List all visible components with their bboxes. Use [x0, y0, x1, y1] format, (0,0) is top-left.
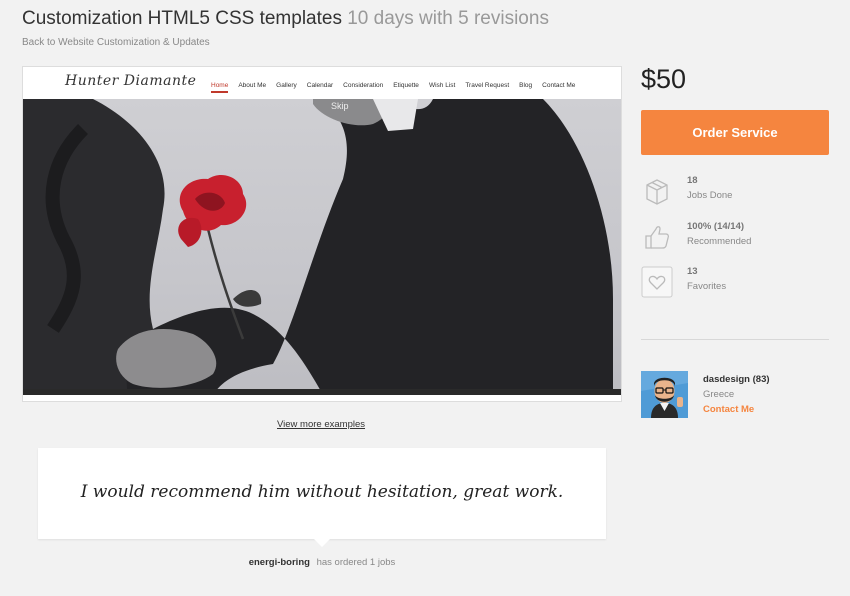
reviewer-name[interactable]: energi-boring: [249, 557, 310, 568]
avatar-illustration: [641, 371, 688, 418]
preview-nav-calendar: Calendar: [306, 82, 334, 89]
preview-nav-contact: Contact Me: [542, 82, 576, 89]
sidebar-divider: [641, 339, 829, 340]
stat-favorites[interactable]: 13 Favorites: [641, 266, 831, 302]
stat-jobs-done-label: Jobs Done: [687, 190, 733, 201]
stat-favorites-label: Favorites: [687, 281, 727, 292]
seller-name[interactable]: dasdesign (83): [703, 374, 770, 385]
preview-site-nav: Home About Me Gallery Calendar Considera…: [211, 82, 575, 93]
preview-bottom-bar: [23, 389, 621, 395]
preview-nav-travel: Travel Request: [465, 82, 510, 89]
reviewer-meta: has ordered 1 jobs: [316, 557, 396, 568]
preview-nav-wishlist: Wish List: [428, 82, 456, 89]
contact-me-link[interactable]: Contact Me: [703, 404, 754, 415]
review-box: I would recommend him without hesitation…: [38, 448, 606, 547]
view-more-examples-link[interactable]: View more examples: [277, 419, 365, 430]
preview-nav-blog: Blog: [519, 82, 533, 89]
preview-nav-about: About Me: [238, 82, 267, 89]
preview-image[interactable]: Hunter Diamante Home About Me Gallery Ca…: [22, 66, 622, 402]
preview-site-logo: Hunter Diamante: [65, 73, 197, 89]
preview-nav-etiquette: Etiquette: [393, 82, 419, 89]
seller-avatar[interactable]: [641, 371, 688, 418]
stat-jobs-done: 18 Jobs Done: [641, 175, 831, 211]
price: $50: [641, 64, 687, 94]
seller-country: Greece: [703, 389, 735, 400]
preview-skip-label: Skip: [331, 101, 349, 111]
preview-nav-home: Home: [211, 82, 229, 93]
thumbs-up-icon: [645, 226, 670, 249]
stat-jobs-done-value: 18: [687, 175, 698, 186]
review-quote: I would recommend him without hesitation…: [80, 482, 564, 502]
title-subtitle: 10 days with 5 revisions: [347, 8, 549, 29]
order-service-button[interactable]: Order Service: [641, 110, 829, 155]
page-title: Customization HTML5 CSS templates 10 day…: [22, 8, 549, 30]
heart-icon[interactable]: [641, 266, 673, 298]
stat-recommended-label: Recommended: [687, 236, 752, 247]
hero-illustration: [23, 99, 613, 395]
title-main: Customization HTML5 CSS templates: [22, 8, 342, 29]
reviewer-line: energi-boring has ordered 1 jobs: [0, 557, 644, 568]
stat-recommended-value: 100% (14/14): [687, 221, 745, 232]
stat-recommended: 100% (14/14) Recommended: [641, 221, 831, 257]
preview-nav-consideration: Consideration: [343, 82, 384, 89]
preview-site-header: Hunter Diamante Home About Me Gallery Ca…: [23, 67, 621, 100]
breadcrumb-back-link[interactable]: Back to Website Customization & Updates: [22, 37, 210, 48]
preview-hero-photo: Skip: [23, 99, 621, 395]
box-icon: [646, 179, 668, 205]
stat-favorites-value: 13: [687, 266, 698, 277]
preview-nav-gallery: Gallery: [276, 82, 297, 89]
